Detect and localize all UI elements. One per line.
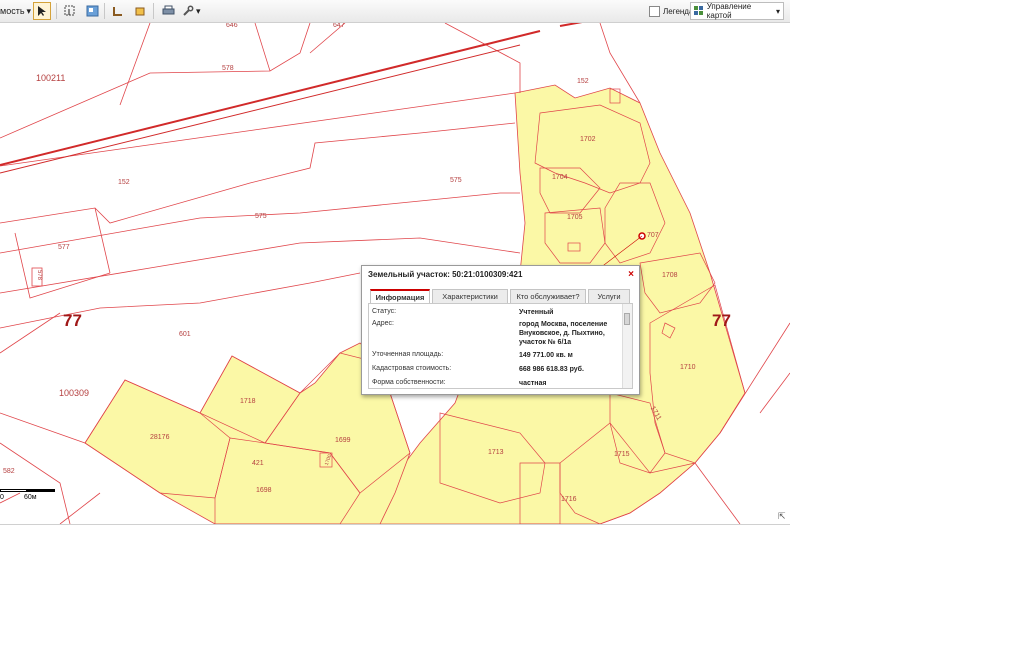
block-label: 100211 xyxy=(36,73,66,83)
parcel-label: 1702 xyxy=(580,136,596,143)
region-label: 77 xyxy=(63,311,82,330)
parcel-label: 1699 xyxy=(335,437,351,444)
mode-dropdown[interactable]: мость ▾ xyxy=(0,2,31,20)
address-value: город Москва, поселение Внуковское, д. П… xyxy=(519,321,608,346)
scale-zero: 0 xyxy=(0,494,4,501)
map-icon xyxy=(86,5,98,17)
address-label: Адрес: xyxy=(372,320,394,327)
parcel-label: 152 xyxy=(577,78,589,85)
cadastral-map[interactable]: 646 647 578 152 152 575 575 577 578 1702… xyxy=(0,23,790,525)
tools-dropdown[interactable]: ▾ xyxy=(182,2,201,20)
parcel-label: 1705 xyxy=(567,214,583,221)
ownership-label: Форма собственности: xyxy=(372,379,446,386)
wrench-icon xyxy=(183,5,194,16)
scrollbar-thumb[interactable] xyxy=(624,313,630,325)
parcel-label: 28176 xyxy=(150,434,170,441)
measure-button[interactable] xyxy=(109,2,127,20)
resize-handle-icon[interactable]: ⇱ xyxy=(778,511,786,522)
popup-title: Земельный участок: 50:21:0100309:421 xyxy=(368,270,523,279)
parcel-label: 577 xyxy=(58,244,70,251)
close-icon[interactable]: × xyxy=(628,269,634,280)
parcel-label: 1710 xyxy=(680,364,696,371)
status-label: Статус: xyxy=(372,308,397,315)
cadastral-cost-value: 668 986 618.83 руб. xyxy=(519,366,584,373)
scale-label: 60м xyxy=(24,494,37,501)
chevron-down-icon: ▾ xyxy=(196,5,201,16)
region-label: 77 xyxy=(712,311,731,330)
cursor-icon xyxy=(38,6,46,16)
parcel-label: 707 xyxy=(647,232,659,239)
zoom-area-button[interactable] xyxy=(61,2,79,20)
parcel-label: 1698 xyxy=(256,487,272,494)
print-button[interactable] xyxy=(159,2,177,20)
ruler-icon xyxy=(113,7,122,16)
parcel-label: 1704 xyxy=(552,174,568,181)
legend-label: Легенда xyxy=(663,6,694,16)
map-info-button[interactable] xyxy=(83,2,101,20)
tab-who-serves[interactable]: Кто обслуживает? xyxy=(510,289,586,303)
legend-toggle[interactable]: Легенда xyxy=(649,2,693,20)
parcel-label: 578 xyxy=(222,65,234,72)
parcel-label: 646 xyxy=(226,23,238,29)
parcel-label: 1718 xyxy=(240,398,256,405)
grid-icon xyxy=(694,6,703,15)
parcel-label: 647 xyxy=(333,23,345,29)
zoom-area-icon xyxy=(64,5,75,16)
map-toolbar: мость ▾ ▾ Легенда Управление картой ▾ xyxy=(0,0,790,23)
tab-characteristics[interactable]: Характеристики xyxy=(432,289,508,303)
tab-information[interactable]: Информация xyxy=(370,289,430,303)
area-icon xyxy=(135,7,145,16)
area-value: 149 771.00 кв. м xyxy=(519,352,573,359)
parcel-label: 152 xyxy=(118,179,130,186)
chevron-down-icon: ▾ xyxy=(775,6,780,16)
chevron-down-icon: ▾ xyxy=(26,5,32,16)
mode-label: мость xyxy=(0,6,25,16)
status-value: Учтенный xyxy=(519,309,554,316)
parcel-label: 1713 xyxy=(488,449,504,456)
area-measure-button[interactable] xyxy=(131,2,149,20)
parcel-label: 575 xyxy=(255,213,267,220)
parcel-label: 1716 xyxy=(561,496,577,503)
select-tool-button[interactable] xyxy=(33,2,51,20)
parcel-label: 1708 xyxy=(662,272,678,279)
popup-content: Статус: Учтенный Адрес: город Москва, по… xyxy=(368,303,633,389)
ownership-value: частная xyxy=(519,380,547,387)
parcel-info-popup: Земельный участок: 50:21:0100309:421 × И… xyxy=(361,265,640,395)
map-control-label: Управление картой xyxy=(706,2,752,20)
popup-scrollbar[interactable] xyxy=(622,304,632,388)
block-label: 100309 xyxy=(59,388,90,398)
area-label: Уточненная площадь: xyxy=(372,351,444,358)
printer-icon xyxy=(162,5,174,15)
parcel-label: 578 xyxy=(36,269,43,281)
parcel-label: 1715 xyxy=(614,451,630,458)
legend-checkbox[interactable] xyxy=(649,5,660,17)
parcel-label: 575 xyxy=(450,177,462,184)
map-control-dropdown[interactable]: Управление картой ▾ xyxy=(690,2,784,20)
cadastral-cost-label: Кадастровая стоимость: xyxy=(372,365,452,372)
parcel-label: 582 xyxy=(3,468,15,475)
parcel-label: 421 xyxy=(252,460,264,467)
tab-services[interactable]: Услуги xyxy=(588,289,630,303)
parcel-label: 601 xyxy=(179,331,191,338)
